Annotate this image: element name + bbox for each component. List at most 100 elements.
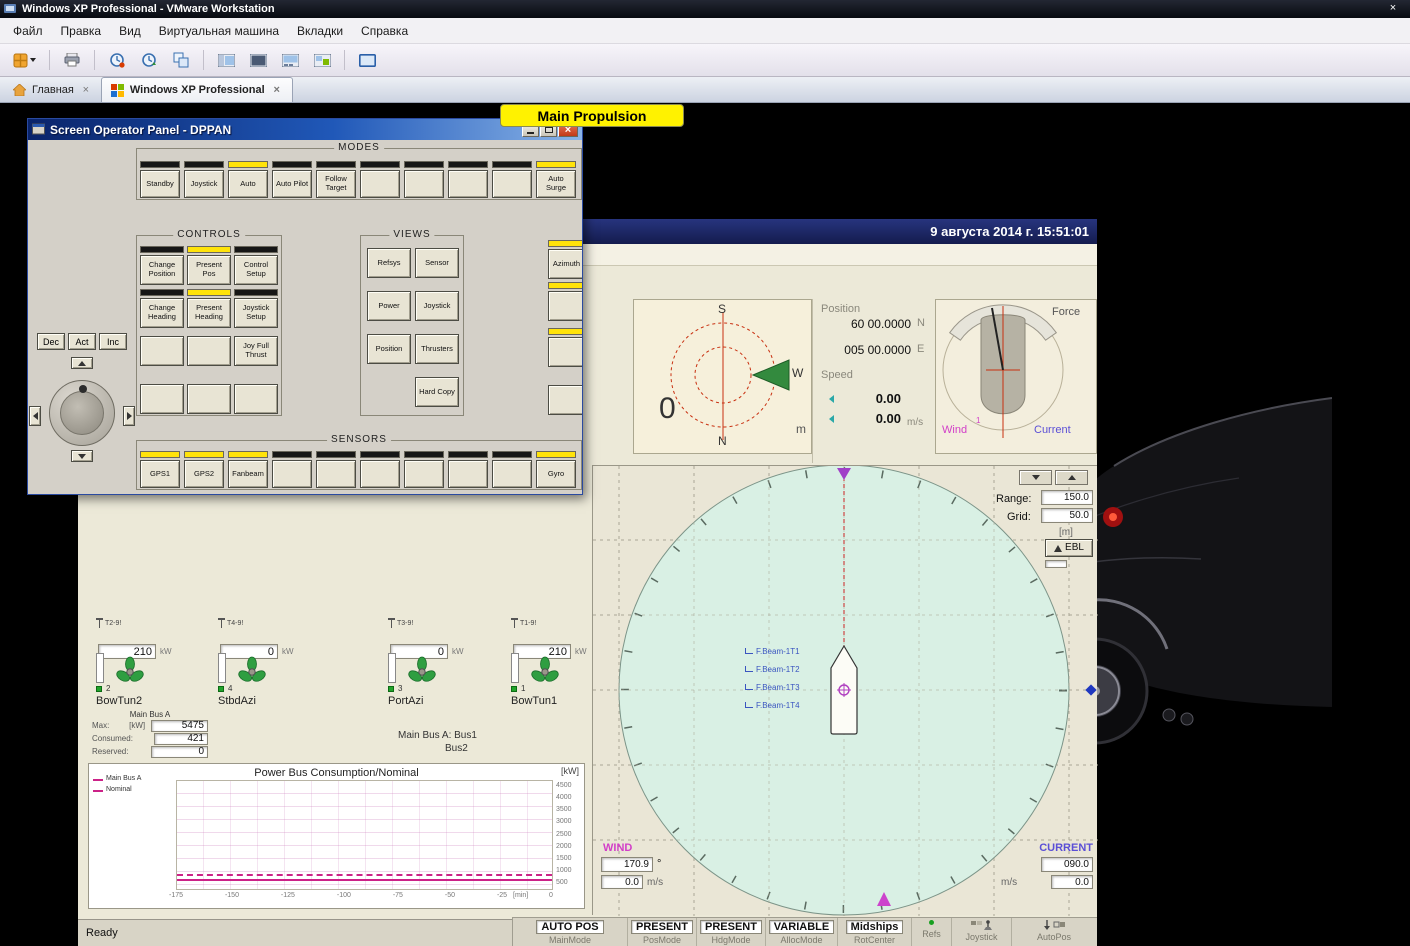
side-button[interactable]	[548, 291, 583, 321]
control-button[interactable]	[140, 336, 184, 366]
sensor-button[interactable]	[272, 460, 312, 488]
fullscreen-button[interactable]	[352, 48, 382, 73]
sensor-cell	[448, 451, 488, 488]
unity-view-button[interactable]	[307, 48, 337, 73]
stepper-button[interactable]: Act	[68, 333, 96, 350]
mode-cell: Joystick	[184, 161, 224, 198]
sensor-button[interactable]: Gyro	[536, 460, 576, 488]
menu-item[interactable]: Вкладки	[288, 20, 352, 42]
mode-cell: Standby	[140, 161, 180, 198]
take-snapshot-button[interactable]	[102, 48, 132, 73]
side-button[interactable]: Azimuth S	[548, 249, 583, 279]
control-cell: Joystick Setup	[234, 289, 278, 328]
sensor-button[interactable]	[360, 460, 400, 488]
view-button[interactable]: Refsys	[367, 248, 411, 278]
y-tick-label: 1000	[556, 867, 584, 874]
vm-power-menu-button[interactable]	[6, 48, 42, 73]
thruster-run-led	[218, 686, 224, 692]
control-cell: Control Setup	[234, 246, 278, 285]
control-button[interactable]: Joy Full Thrust	[234, 336, 278, 366]
plot-zoom-in-button[interactable]	[1055, 470, 1088, 485]
legend-series-1: Main Bus A	[106, 775, 141, 782]
propeller-icon	[529, 656, 561, 688]
mode-button[interactable]	[360, 170, 400, 198]
tab-home[interactable]: Главная	[4, 77, 101, 102]
mode-button[interactable]: Auto Pilot	[272, 170, 312, 198]
tab-vm-winxp[interactable]: Windows XP Professional	[101, 77, 293, 102]
console-view-button[interactable]	[243, 48, 273, 73]
mode-button[interactable]	[404, 170, 444, 198]
control-button[interactable]: Present Pos	[187, 255, 231, 285]
y-tick-label: 4500	[556, 782, 584, 789]
thruster-load-gauge	[388, 653, 396, 683]
mode-indicator	[316, 161, 356, 168]
sensor-button[interactable]	[404, 460, 444, 488]
control-button[interactable]	[234, 384, 278, 414]
show-library-button[interactable]	[211, 48, 241, 73]
thruster-name: PortAzi	[388, 695, 488, 707]
mode-indicator	[140, 161, 180, 168]
mode-button[interactable]	[492, 170, 532, 198]
manage-snapshots-button[interactable]	[166, 48, 196, 73]
control-button[interactable]	[187, 336, 231, 366]
view-button[interactable]: Thrusters	[415, 334, 459, 364]
control-button[interactable]: Control Setup	[234, 255, 278, 285]
stepper-button[interactable]: Dec	[37, 333, 65, 350]
joystick-label: Joystick	[965, 932, 997, 942]
menu-item[interactable]: Файл	[4, 20, 52, 42]
joystick-down-button[interactable]	[71, 450, 93, 462]
sensor-button[interactable]: GPS2	[184, 460, 224, 488]
print-button[interactable]	[57, 48, 87, 73]
tab-close-icon[interactable]	[271, 84, 283, 96]
mode-button[interactable]: Standby	[140, 170, 180, 198]
mode-button[interactable]: Auto	[228, 170, 268, 198]
side-button[interactable]	[548, 337, 583, 367]
sensor-button[interactable]: Fanbeam	[228, 460, 268, 488]
side-cell	[548, 282, 583, 321]
control-button[interactable]: Change Heading	[140, 298, 184, 328]
mode-button[interactable]: Auto Surge	[536, 170, 576, 198]
sensor-button[interactable]	[316, 460, 356, 488]
mode-button[interactable]	[448, 170, 488, 198]
sensor-button[interactable]: GPS1	[140, 460, 180, 488]
view-button[interactable]: Position	[367, 334, 411, 364]
side-cell: Azimuth S	[548, 240, 583, 279]
thumbnail-view-button[interactable]	[275, 48, 305, 73]
view-button[interactable]: Hard Copy	[415, 377, 459, 407]
menu-item[interactable]: Правка	[52, 20, 111, 42]
menu-item[interactable]: Вид	[110, 20, 150, 42]
stepper-button[interactable]: Inc	[99, 333, 127, 350]
view-button[interactable]: Power	[367, 291, 411, 321]
mode-button[interactable]: Joystick	[184, 170, 224, 198]
control-button[interactable]: Change Position	[140, 255, 184, 285]
main-propulsion-banner[interactable]: Main Propulsion	[500, 104, 684, 127]
tab-close-icon[interactable]	[80, 84, 92, 96]
dialog-titlebar[interactable]: Screen Operator Panel - DPPAN	[28, 119, 582, 140]
view-button[interactable]: Sensor	[415, 248, 459, 278]
side-button[interactable]	[548, 385, 583, 415]
plot-zoom-out-button[interactable]	[1019, 470, 1052, 485]
menu-item[interactable]: Справка	[352, 20, 417, 42]
ebl-button[interactable]: EBL	[1045, 539, 1093, 557]
menu-item[interactable]: Виртуальная машина	[150, 20, 288, 42]
y-tick-label: 4000	[556, 794, 584, 801]
control-button[interactable]: Joystick Setup	[234, 298, 278, 328]
control-indicator	[140, 246, 184, 253]
mode-indicator	[360, 161, 400, 168]
joystick-up-button[interactable]	[71, 357, 93, 369]
sensor-button[interactable]	[448, 460, 488, 488]
joystick-left-button[interactable]	[29, 406, 41, 426]
control-button[interactable]: Present Heading	[187, 298, 231, 328]
vmware-toolbar	[0, 44, 1410, 77]
sensor-button[interactable]	[492, 460, 532, 488]
mode-button[interactable]: Follow Target	[316, 170, 356, 198]
revert-snapshot-button[interactable]	[134, 48, 164, 73]
joystick-knob[interactable]	[49, 380, 115, 446]
statusbar-mode-label: HdgMode	[711, 935, 750, 945]
control-button[interactable]	[140, 384, 184, 414]
joystick-right-button[interactable]	[123, 406, 135, 426]
sensor-cell	[360, 451, 400, 488]
view-button[interactable]: Joystick	[415, 291, 459, 321]
control-button[interactable]	[187, 384, 231, 414]
window-close-button[interactable]: ×	[1382, 1, 1404, 16]
